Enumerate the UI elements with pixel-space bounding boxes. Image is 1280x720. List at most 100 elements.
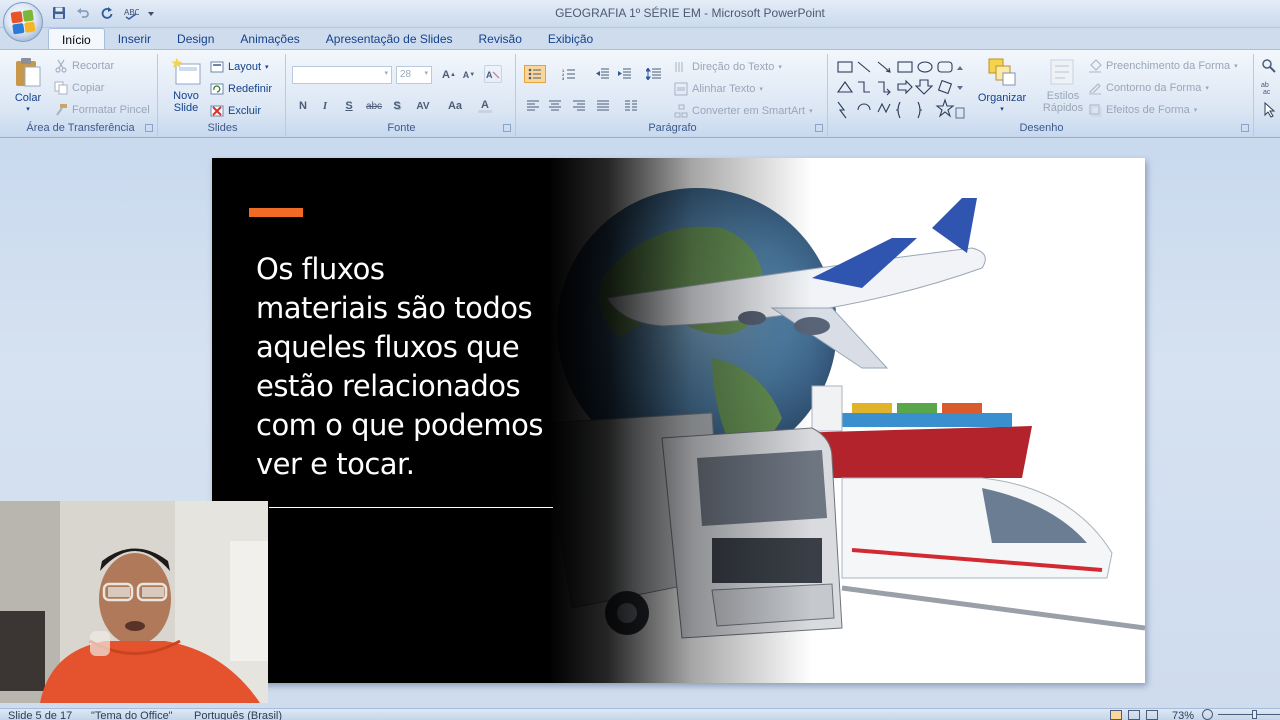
char-spacing-button[interactable]: AV [412, 97, 434, 115]
drawing-group: Organizar ▾ Estilos Rápidos Preenchiment… [830, 54, 1254, 136]
clear-format-icon[interactable]: A [484, 65, 502, 83]
tab-apresentacao[interactable]: Apresentação de Slides [313, 28, 466, 50]
tab-revisao[interactable]: Revisão [466, 28, 535, 50]
font-group: ▾ 28 ▾ A ▲ A ▼ A N I S abc S AV Aa A Fonte [288, 54, 516, 136]
find-icon[interactable] [1261, 58, 1277, 74]
font-name-combo[interactable]: ▾ [292, 66, 392, 84]
shape-effects-icon [1089, 104, 1102, 117]
align-center-icon[interactable] [546, 97, 564, 115]
smartart-label: Converter em SmartArt [692, 105, 806, 117]
justify-icon[interactable] [594, 97, 612, 115]
tab-design[interactable]: Design [164, 28, 227, 50]
new-slide-button[interactable]: Novo Slide [166, 56, 206, 114]
align-right-icon[interactable] [570, 97, 588, 115]
title-bar: ABC GEOGRAFIA 1º SÉRIE EM - Microsoft Po… [0, 0, 1280, 28]
tab-exibicao[interactable]: Exibição [535, 28, 606, 50]
bold-button[interactable]: N [294, 97, 312, 115]
tab-animacoes[interactable]: Animações [227, 28, 312, 50]
quick-styles-icon [1050, 59, 1074, 85]
office-button[interactable] [3, 2, 43, 42]
smartart-icon [674, 104, 688, 118]
smartart-button[interactable]: Converter em SmartArt ▾ [674, 102, 813, 120]
copy-button[interactable]: Copiar [54, 79, 104, 97]
italic-button[interactable]: I [316, 97, 334, 115]
layout-button[interactable]: Layout ▾ [210, 58, 269, 76]
layout-label: Layout [228, 61, 262, 73]
zoom-out-icon[interactable] [1202, 709, 1213, 720]
change-case-button[interactable]: Aa [444, 97, 466, 115]
editing-group: ab ac [1258, 56, 1280, 126]
reset-button[interactable]: Redefinir [210, 80, 272, 98]
svg-text:ac: ac [1263, 89, 1271, 94]
zoom-slider-thumb[interactable] [1252, 710, 1257, 719]
svg-text:3: 3 [562, 76, 565, 80]
slide-text-line: materiais são todos [256, 291, 533, 325]
shape-effects-button[interactable]: Efeitos de Forma ▾ [1088, 101, 1197, 119]
font-launcher-icon[interactable] [503, 124, 511, 132]
paragraph-launcher-icon[interactable] [815, 124, 823, 132]
drawing-group-label: Desenho [1019, 122, 1064, 134]
text-direction-button[interactable]: Direção do Texto ▾ [674, 58, 782, 76]
underline-button[interactable]: S [340, 97, 358, 115]
zoom-slider[interactable] [1218, 710, 1280, 719]
paragraph-group-label: Parágrafo [648, 122, 697, 134]
format-painter-button[interactable]: Formatar Pincel [54, 101, 150, 119]
bullets-icon[interactable] [524, 65, 546, 83]
align-text-label: Alinhar Texto [692, 83, 756, 95]
slide-text-line: com o que podemos [256, 408, 543, 442]
slide-text-line: ver e tocar. [256, 447, 415, 481]
align-left-icon[interactable] [524, 97, 542, 115]
replace-icon[interactable]: abac [1261, 80, 1277, 94]
shadow-button[interactable]: S [388, 97, 406, 115]
grow-font-icon[interactable]: A ▲ [440, 66, 458, 84]
increase-indent-icon[interactable] [616, 65, 634, 83]
slide-sorter-icon[interactable] [1128, 710, 1140, 720]
text-direction-label: Direção do Texto [692, 61, 775, 73]
text-direction-icon [675, 62, 683, 72]
delete-slide-label: Excluir [228, 105, 262, 117]
tab-inicio[interactable]: Início [48, 28, 105, 50]
normal-view-icon[interactable] [1110, 710, 1122, 720]
select-icon[interactable] [1261, 102, 1277, 118]
decrease-indent-icon[interactable] [594, 65, 612, 83]
delete-slide-button[interactable]: Excluir [210, 102, 261, 120]
font-size-combo[interactable]: 28 ▾ [396, 66, 432, 84]
numbering-icon[interactable]: 123 [558, 65, 580, 83]
font-color-button[interactable]: A [476, 97, 494, 115]
status-bar: Slide 5 de 17 "Tema do Office" Português… [0, 708, 1280, 720]
reset-icon [210, 83, 224, 95]
arrange-label: Organizar [977, 92, 1027, 104]
align-text-button[interactable]: Alinhar Texto ▾ [674, 80, 763, 98]
quick-styles-button[interactable]: Estilos Rápidos [1038, 56, 1088, 114]
slide-body-text[interactable]: Os fluxos materiais são todos aqueles fl… [256, 250, 566, 484]
slide-text-line: aqueles fluxos que [256, 330, 520, 364]
line-spacing-icon[interactable] [642, 65, 666, 83]
new-slide-label-2: Slide [173, 102, 199, 114]
copy-icon [54, 81, 68, 95]
shape-fill-button[interactable]: Preenchimento da Forma ▾ [1088, 57, 1238, 75]
zoom-level[interactable]: 73% [1172, 710, 1194, 720]
slides-group-label: Slides [207, 122, 238, 134]
tab-inserir[interactable]: Inserir [105, 28, 164, 50]
quick-styles-label-2: Rápidos [1042, 102, 1084, 114]
slides-group: Novo Slide Layout ▾ Redefinir Excluir Sli… [160, 54, 286, 136]
shrink-font-icon[interactable]: A ▼ [460, 66, 478, 84]
strikethrough-button[interactable]: abc [362, 97, 386, 115]
office-logo-icon [10, 9, 36, 35]
clipboard-launcher-icon[interactable] [145, 124, 153, 132]
arrange-button[interactable]: Organizar ▾ [972, 56, 1032, 116]
svg-text:A: A [486, 70, 493, 80]
slide-count: Slide 5 de 17 [8, 710, 73, 720]
cut-button[interactable]: Recortar [54, 57, 114, 75]
slideshow-icon[interactable] [1146, 710, 1158, 720]
shapes-gallery[interactable] [834, 58, 966, 124]
shape-outline-button[interactable]: Contorno da Forma ▾ [1088, 79, 1209, 97]
paintbrush-icon [56, 104, 67, 116]
language-indicator[interactable]: Português (Brasil) [194, 710, 282, 720]
window-title: GEOGRAFIA 1º SÉRIE EM - Microsoft PowerP… [555, 6, 825, 20]
columns-icon[interactable] [620, 97, 642, 115]
slide-canvas[interactable]: Os fluxos materiais são todos aqueles fl… [212, 158, 1145, 683]
drawing-launcher-icon[interactable] [1241, 124, 1249, 132]
layout-icon [210, 61, 224, 73]
paste-button[interactable]: Colar ▾ [10, 56, 46, 116]
